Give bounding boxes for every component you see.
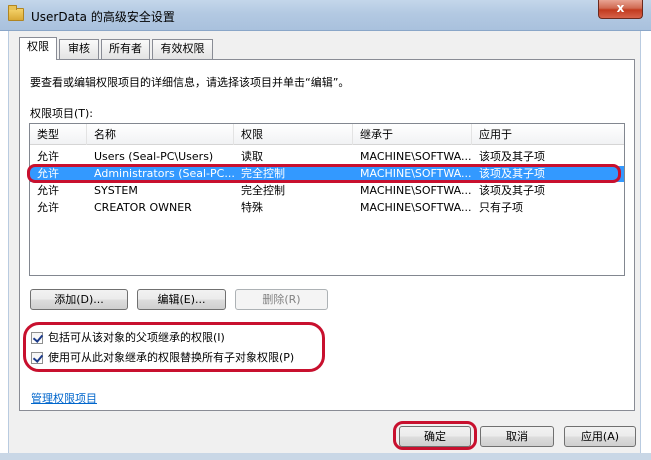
column-header-name[interactable]: 名称 bbox=[87, 124, 234, 145]
close-button[interactable]: x bbox=[598, 0, 643, 19]
add-button[interactable]: 添加(D)... bbox=[30, 289, 128, 310]
replace-child-permissions-label[interactable]: 使用可从此对象继承的权限替换所有子对象权限(P) bbox=[48, 350, 294, 366]
cell-name: Administrators (Seal-PC... bbox=[94, 167, 234, 180]
cancel-button[interactable]: 取消 bbox=[480, 426, 554, 447]
column-header-applies-to[interactable]: 应用于 bbox=[472, 124, 624, 145]
cell-name: CREATOR OWNER bbox=[94, 201, 192, 214]
manage-permission-entries-link[interactable]: 管理权限项目 bbox=[31, 390, 97, 406]
cell-applies-to: 该项及其子项 bbox=[479, 167, 545, 180]
table-row[interactable]: 允许 SYSTEM 完全控制 MACHINE\SOFTWA... 该项及其子项 bbox=[30, 183, 624, 199]
tab-auditing[interactable]: 审核 bbox=[59, 39, 99, 59]
cell-applies-to: 该项及其子项 bbox=[479, 184, 545, 197]
ok-button[interactable]: 确定 bbox=[399, 426, 471, 447]
cell-name: SYSTEM bbox=[94, 184, 138, 197]
remove-button[interactable]: 删除(R) bbox=[235, 289, 328, 310]
cell-type: 允许 bbox=[37, 184, 59, 197]
window-bottom-edge bbox=[0, 453, 651, 460]
cell-applies-to: 该项及其子项 bbox=[479, 150, 545, 163]
cell-type: 允许 bbox=[37, 167, 59, 180]
cell-inherited-from: MACHINE\SOFTWA... bbox=[360, 167, 472, 180]
inherit-permissions-label[interactable]: 包括可从该对象的父项继承的权限(I) bbox=[48, 330, 225, 346]
cell-permission: 完全控制 bbox=[241, 167, 285, 180]
title-bar: UserData 的高级安全设置 x bbox=[0, 0, 651, 31]
permissions-description: 要查看或编辑权限项目的详细信息，请选择该项目并单击“编辑”。 bbox=[30, 76, 350, 89]
cell-name: Users (Seal-PC\Users) bbox=[94, 150, 214, 163]
column-header-type[interactable]: 类型 bbox=[30, 124, 87, 145]
cell-inherited-from: MACHINE\SOFTWA... bbox=[360, 201, 472, 214]
list-header: 类型 名称 权限 继承于 应用于 bbox=[30, 124, 624, 145]
tab-owner[interactable]: 所有者 bbox=[101, 39, 150, 59]
cell-type: 允许 bbox=[37, 150, 59, 163]
inherit-permissions-checkbox[interactable] bbox=[31, 332, 43, 344]
table-row[interactable]: 允许 Administrators (Seal-PC... 完全控制 MACHI… bbox=[30, 166, 624, 182]
permission-entries-list[interactable]: 类型 名称 权限 继承于 应用于 允许 Users (Seal-PC\Users… bbox=[29, 123, 625, 276]
cell-permission: 读取 bbox=[241, 150, 263, 163]
apply-button[interactable]: 应用(A) bbox=[564, 426, 636, 447]
tab-effective-permissions[interactable]: 有效权限 bbox=[152, 39, 213, 59]
window-title: UserData 的高级安全设置 bbox=[31, 10, 175, 24]
cell-permission: 完全控制 bbox=[241, 184, 285, 197]
table-row[interactable]: 允许 CREATOR OWNER 特殊 MACHINE\SOFTWA... 只有… bbox=[30, 200, 624, 216]
table-row[interactable]: 允许 Users (Seal-PC\Users) 读取 MACHINE\SOFT… bbox=[30, 149, 624, 165]
column-header-permission[interactable]: 权限 bbox=[234, 124, 353, 145]
cell-inherited-from: MACHINE\SOFTWA... bbox=[360, 184, 472, 197]
permission-entries-label: 权限项目(T): bbox=[30, 107, 94, 120]
cell-type: 允许 bbox=[37, 201, 59, 214]
cell-inherited-from: MACHINE\SOFTWA... bbox=[360, 150, 472, 163]
tab-permissions[interactable]: 权限 bbox=[19, 37, 57, 60]
replace-child-permissions-checkbox[interactable] bbox=[31, 352, 43, 364]
folder-icon bbox=[8, 5, 24, 21]
edit-button[interactable]: 编辑(E)... bbox=[137, 289, 226, 310]
cell-applies-to: 只有子项 bbox=[479, 201, 523, 214]
column-header-inherited-from[interactable]: 继承于 bbox=[353, 124, 472, 145]
cell-permission: 特殊 bbox=[241, 201, 263, 214]
